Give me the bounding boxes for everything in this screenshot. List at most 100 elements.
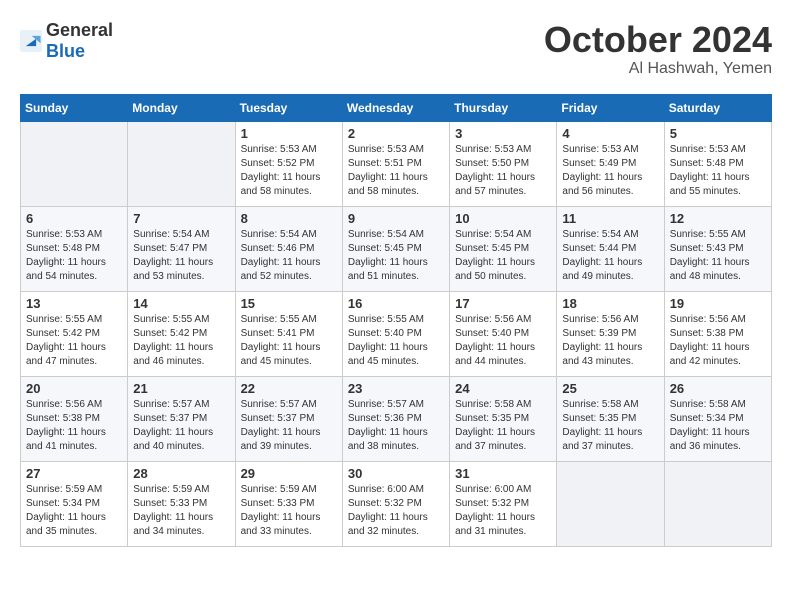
day-sunrise: Sunrise: 5:53 AM bbox=[26, 228, 122, 242]
day-sunrise: Sunrise: 5:55 AM bbox=[133, 313, 229, 327]
day-number: 28 bbox=[133, 466, 229, 481]
day-daylight: Daylight: 11 hours and 48 minutes. bbox=[670, 256, 766, 284]
day-sunset: Sunset: 5:41 PM bbox=[241, 327, 337, 341]
day-daylight: Daylight: 11 hours and 46 minutes. bbox=[133, 341, 229, 369]
day-number: 25 bbox=[562, 381, 658, 396]
day-sunset: Sunset: 5:45 PM bbox=[348, 242, 444, 256]
day-number: 24 bbox=[455, 381, 551, 396]
day-sunrise: Sunrise: 5:54 AM bbox=[455, 228, 551, 242]
day-number: 23 bbox=[348, 381, 444, 396]
day-daylight: Daylight: 11 hours and 47 minutes. bbox=[26, 341, 122, 369]
day-sunrise: Sunrise: 5:55 AM bbox=[348, 313, 444, 327]
day-sunset: Sunset: 5:48 PM bbox=[670, 157, 766, 171]
day-sunrise: Sunrise: 5:56 AM bbox=[670, 313, 766, 327]
day-sunset: Sunset: 5:37 PM bbox=[133, 412, 229, 426]
day-number: 11 bbox=[562, 211, 658, 226]
weekday-header: Wednesday bbox=[342, 94, 449, 121]
day-number: 4 bbox=[562, 126, 658, 141]
day-sunset: Sunset: 5:33 PM bbox=[241, 497, 337, 511]
day-sunset: Sunset: 5:45 PM bbox=[455, 242, 551, 256]
day-sunrise: Sunrise: 5:53 AM bbox=[241, 143, 337, 157]
day-daylight: Daylight: 11 hours and 41 minutes. bbox=[26, 426, 122, 454]
day-sunrise: Sunrise: 5:59 AM bbox=[241, 483, 337, 497]
day-number: 22 bbox=[241, 381, 337, 396]
day-number: 7 bbox=[133, 211, 229, 226]
day-number: 18 bbox=[562, 296, 658, 311]
day-sunset: Sunset: 5:40 PM bbox=[348, 327, 444, 341]
calendar-cell: 6 Sunrise: 5:53 AM Sunset: 5:48 PM Dayli… bbox=[21, 206, 128, 291]
day-sunset: Sunset: 5:46 PM bbox=[241, 242, 337, 256]
day-number: 8 bbox=[241, 211, 337, 226]
day-daylight: Daylight: 11 hours and 35 minutes. bbox=[26, 511, 122, 539]
day-sunrise: Sunrise: 5:54 AM bbox=[133, 228, 229, 242]
calendar-cell: 20 Sunrise: 5:56 AM Sunset: 5:38 PM Dayl… bbox=[21, 376, 128, 461]
day-sunrise: Sunrise: 5:57 AM bbox=[348, 398, 444, 412]
day-sunset: Sunset: 5:38 PM bbox=[26, 412, 122, 426]
day-daylight: Daylight: 11 hours and 39 minutes. bbox=[241, 426, 337, 454]
calendar-cell: 3 Sunrise: 5:53 AM Sunset: 5:50 PM Dayli… bbox=[450, 121, 557, 206]
day-daylight: Daylight: 11 hours and 45 minutes. bbox=[241, 341, 337, 369]
day-daylight: Daylight: 11 hours and 51 minutes. bbox=[348, 256, 444, 284]
day-daylight: Daylight: 11 hours and 54 minutes. bbox=[26, 256, 122, 284]
calendar-cell: 15 Sunrise: 5:55 AM Sunset: 5:41 PM Dayl… bbox=[235, 291, 342, 376]
day-number: 5 bbox=[670, 126, 766, 141]
day-sunrise: Sunrise: 5:54 AM bbox=[348, 228, 444, 242]
day-daylight: Daylight: 11 hours and 58 minutes. bbox=[241, 171, 337, 199]
day-sunset: Sunset: 5:32 PM bbox=[455, 497, 551, 511]
day-sunset: Sunset: 5:44 PM bbox=[562, 242, 658, 256]
day-sunset: Sunset: 5:42 PM bbox=[133, 327, 229, 341]
day-number: 31 bbox=[455, 466, 551, 481]
day-daylight: Daylight: 11 hours and 37 minutes. bbox=[562, 426, 658, 454]
day-number: 9 bbox=[348, 211, 444, 226]
weekday-header-row: SundayMondayTuesdayWednesdayThursdayFrid… bbox=[21, 94, 772, 121]
day-sunrise: Sunrise: 5:53 AM bbox=[670, 143, 766, 157]
day-sunrise: Sunrise: 5:57 AM bbox=[133, 398, 229, 412]
day-sunrise: Sunrise: 5:58 AM bbox=[670, 398, 766, 412]
day-sunset: Sunset: 5:52 PM bbox=[241, 157, 337, 171]
calendar-cell bbox=[128, 121, 235, 206]
day-daylight: Daylight: 11 hours and 38 minutes. bbox=[348, 426, 444, 454]
calendar-week-row: 6 Sunrise: 5:53 AM Sunset: 5:48 PM Dayli… bbox=[21, 206, 772, 291]
calendar-cell: 29 Sunrise: 5:59 AM Sunset: 5:33 PM Dayl… bbox=[235, 461, 342, 546]
day-sunset: Sunset: 5:35 PM bbox=[562, 412, 658, 426]
day-sunset: Sunset: 5:42 PM bbox=[26, 327, 122, 341]
calendar-week-row: 1 Sunrise: 5:53 AM Sunset: 5:52 PM Dayli… bbox=[21, 121, 772, 206]
calendar-cell bbox=[664, 461, 771, 546]
calendar-cell: 17 Sunrise: 5:56 AM Sunset: 5:40 PM Dayl… bbox=[450, 291, 557, 376]
day-daylight: Daylight: 11 hours and 32 minutes. bbox=[348, 511, 444, 539]
calendar-cell: 23 Sunrise: 5:57 AM Sunset: 5:36 PM Dayl… bbox=[342, 376, 449, 461]
calendar-cell: 12 Sunrise: 5:55 AM Sunset: 5:43 PM Dayl… bbox=[664, 206, 771, 291]
calendar-cell: 13 Sunrise: 5:55 AM Sunset: 5:42 PM Dayl… bbox=[21, 291, 128, 376]
day-daylight: Daylight: 11 hours and 44 minutes. bbox=[455, 341, 551, 369]
day-number: 1 bbox=[241, 126, 337, 141]
day-daylight: Daylight: 11 hours and 36 minutes. bbox=[670, 426, 766, 454]
day-sunset: Sunset: 5:34 PM bbox=[26, 497, 122, 511]
day-sunset: Sunset: 5:40 PM bbox=[455, 327, 551, 341]
calendar-cell: 26 Sunrise: 5:58 AM Sunset: 5:34 PM Dayl… bbox=[664, 376, 771, 461]
day-daylight: Daylight: 11 hours and 55 minutes. bbox=[670, 171, 766, 199]
day-sunrise: Sunrise: 5:55 AM bbox=[26, 313, 122, 327]
day-sunset: Sunset: 5:43 PM bbox=[670, 242, 766, 256]
day-sunrise: Sunrise: 5:56 AM bbox=[26, 398, 122, 412]
day-sunrise: Sunrise: 5:58 AM bbox=[455, 398, 551, 412]
day-daylight: Daylight: 11 hours and 49 minutes. bbox=[562, 256, 658, 284]
day-daylight: Daylight: 11 hours and 43 minutes. bbox=[562, 341, 658, 369]
calendar-cell: 22 Sunrise: 5:57 AM Sunset: 5:37 PM Dayl… bbox=[235, 376, 342, 461]
day-number: 14 bbox=[133, 296, 229, 311]
calendar-cell: 27 Sunrise: 5:59 AM Sunset: 5:34 PM Dayl… bbox=[21, 461, 128, 546]
calendar-cell: 1 Sunrise: 5:53 AM Sunset: 5:52 PM Dayli… bbox=[235, 121, 342, 206]
calendar-week-row: 27 Sunrise: 5:59 AM Sunset: 5:34 PM Dayl… bbox=[21, 461, 772, 546]
calendar-cell: 8 Sunrise: 5:54 AM Sunset: 5:46 PM Dayli… bbox=[235, 206, 342, 291]
day-sunset: Sunset: 5:48 PM bbox=[26, 242, 122, 256]
calendar-cell: 9 Sunrise: 5:54 AM Sunset: 5:45 PM Dayli… bbox=[342, 206, 449, 291]
weekday-header: Thursday bbox=[450, 94, 557, 121]
day-number: 20 bbox=[26, 381, 122, 396]
day-sunset: Sunset: 5:37 PM bbox=[241, 412, 337, 426]
day-sunset: Sunset: 5:35 PM bbox=[455, 412, 551, 426]
day-daylight: Daylight: 11 hours and 56 minutes. bbox=[562, 171, 658, 199]
calendar-cell bbox=[557, 461, 664, 546]
day-sunrise: Sunrise: 5:53 AM bbox=[348, 143, 444, 157]
day-number: 16 bbox=[348, 296, 444, 311]
day-sunset: Sunset: 5:49 PM bbox=[562, 157, 658, 171]
calendar: SundayMondayTuesdayWednesdayThursdayFrid… bbox=[20, 94, 772, 547]
